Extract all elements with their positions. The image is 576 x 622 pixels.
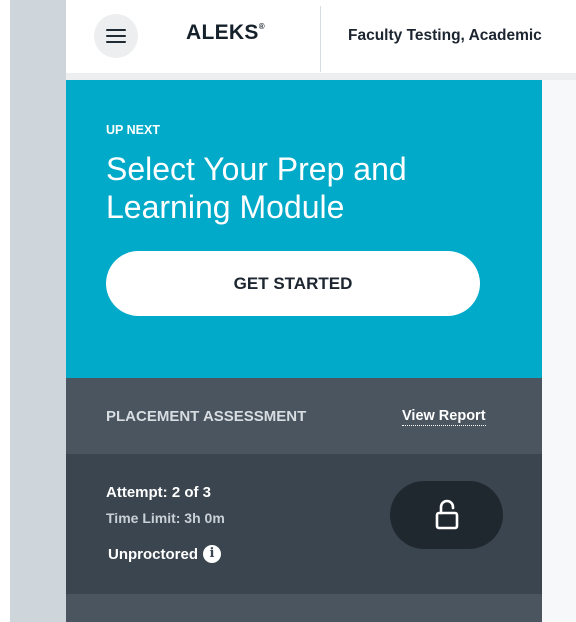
- hamburger-menu-button[interactable]: [94, 14, 138, 58]
- hamburger-menu-icon: [106, 29, 126, 31]
- up-next-card: UP NEXT Select Your Prep and Learning Mo…: [66, 80, 542, 378]
- next-section-strip: [66, 594, 542, 622]
- right-panel: [542, 80, 576, 622]
- placement-assessment-label: PLACEMENT ASSESSMENT: [106, 408, 307, 425]
- header-divider: [320, 6, 321, 72]
- info-icon[interactable]: i: [203, 545, 221, 563]
- attempt-count: Attempt: 2 of 3: [106, 484, 211, 501]
- aleks-logo[interactable]: ALEKS®: [186, 21, 265, 45]
- top-header: ALEKS® Faculty Testing, Academic: [66, 0, 576, 73]
- assessment-attempt-card: Attempt: 2 of 3 Time Limit: 3h 0m Unproc…: [66, 454, 542, 594]
- time-limit: Time Limit: 3h 0m: [106, 510, 225, 526]
- get-started-button[interactable]: GET STARTED: [106, 251, 480, 316]
- start-assessment-button[interactable]: [390, 481, 503, 549]
- unlocked-padlock-icon: [435, 499, 459, 530]
- up-next-label: UP NEXT: [106, 123, 160, 137]
- logo-registered-mark: ®: [258, 22, 265, 31]
- proctoring-status-label: Unproctored: [108, 545, 198, 563]
- proctoring-status: Unproctored i: [108, 545, 221, 563]
- placement-assessment-header: PLACEMENT ASSESSMENT View Report: [66, 378, 542, 454]
- hamburger-menu-icon-bar: [106, 41, 126, 43]
- logo-text: ALEKS: [186, 21, 259, 44]
- hamburger-menu-icon-bar: [106, 35, 126, 37]
- left-gutter: [10, 0, 66, 622]
- course-title[interactable]: Faculty Testing, Academic: [348, 27, 542, 45]
- up-next-title: Select Your Prep and Learning Module: [106, 151, 407, 225]
- view-report-link[interactable]: View Report: [402, 408, 486, 426]
